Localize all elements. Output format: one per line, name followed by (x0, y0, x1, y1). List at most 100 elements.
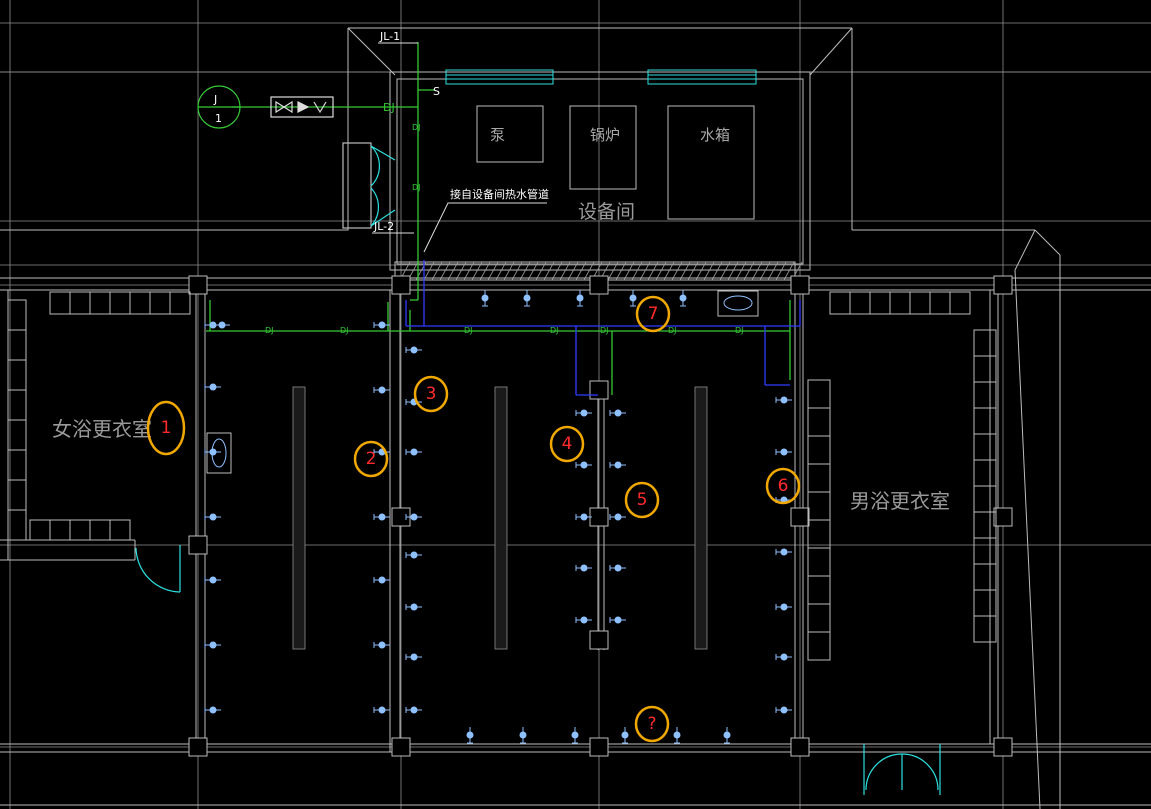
equipment-room-label: 设备间 (578, 201, 635, 223)
marker-4: 4 (549, 425, 585, 463)
svg-text:6: 6 (778, 476, 789, 496)
shower-head (723, 727, 731, 744)
boiler-box (569, 105, 637, 190)
shower-head (373, 513, 390, 521)
pipe-code-label: DJ (265, 326, 274, 335)
marker-3: 3 (413, 375, 449, 413)
locker (973, 459, 997, 487)
locker (7, 389, 27, 421)
locker (807, 407, 831, 437)
locker (929, 291, 951, 315)
locker (807, 575, 831, 605)
column (391, 737, 411, 757)
locker (973, 537, 997, 565)
pump-box (476, 105, 544, 163)
shower-head (775, 448, 792, 456)
shower-head (213, 321, 230, 329)
shower-head (405, 603, 422, 611)
column (391, 275, 411, 295)
hot-water-note: 接自设备间热水管道 (450, 187, 549, 201)
marker-1: 1 (146, 400, 186, 456)
partition (694, 386, 708, 650)
shower-head (405, 706, 422, 714)
locker (169, 291, 191, 315)
column (589, 630, 609, 650)
shower-head (575, 564, 592, 572)
pipe-code-label: DJ (412, 123, 421, 132)
column (993, 275, 1013, 295)
locker (149, 291, 171, 315)
marker-2: 2 (353, 440, 389, 478)
shower-head (609, 409, 626, 417)
shower-head (204, 706, 221, 714)
shower-head (405, 551, 422, 559)
shower-head (575, 616, 592, 624)
locker (869, 291, 891, 315)
riser-2-label: JL-2 (373, 220, 394, 233)
locker (973, 563, 997, 591)
svg-text:3: 3 (426, 384, 437, 404)
locker (7, 509, 27, 541)
locker (7, 359, 27, 391)
column (993, 507, 1013, 527)
pipe-code-label: DJ (412, 183, 421, 192)
women-room-door (135, 545, 181, 593)
column (589, 737, 609, 757)
shower-head (373, 706, 390, 714)
shower-head (405, 653, 422, 661)
locker (807, 547, 831, 577)
pipe-code-dj-main: DJ (383, 101, 395, 114)
shower-head (373, 386, 390, 394)
shower-head (575, 409, 592, 417)
women-changing-room-label: 女浴更衣室 (52, 417, 152, 441)
riser-letter-s: S (433, 85, 440, 98)
column (790, 275, 810, 295)
shower-head (405, 346, 422, 354)
column (589, 507, 609, 527)
column (790, 507, 810, 527)
plumbing-floor-plan: 泵 锅炉 水箱 设备间 J 1 JL-1 JL-2 接自设备间热水管道 S DJ… (0, 0, 1151, 809)
shower-head (609, 564, 626, 572)
shower-head (673, 727, 681, 744)
shower-head (575, 461, 592, 469)
meter-number-label: 1 (215, 112, 222, 125)
locker (973, 615, 997, 643)
locker (49, 519, 71, 541)
locker (973, 355, 997, 383)
locker (129, 291, 151, 315)
water-tank-box (667, 105, 755, 220)
shower-head (523, 290, 531, 307)
locker (69, 519, 91, 541)
marker-5: 5 (624, 481, 660, 519)
locker (807, 379, 831, 409)
column (993, 737, 1013, 757)
note-leader (423, 202, 547, 253)
locker (29, 519, 51, 541)
marker-question: ? (634, 705, 670, 743)
pipe-code-label: DJ (668, 326, 677, 335)
shower-head (373, 641, 390, 649)
locker (109, 291, 131, 315)
locker (7, 419, 27, 451)
locker (49, 291, 71, 315)
locker (109, 519, 131, 541)
svg-text:5: 5 (637, 490, 648, 510)
sinks (206, 290, 759, 474)
locker (909, 291, 931, 315)
pipe-code-label: DJ (464, 326, 473, 335)
locker (89, 291, 111, 315)
svg-text:7: 7 (648, 304, 659, 324)
locker (69, 291, 91, 315)
shower-head (204, 641, 221, 649)
shower-head (609, 461, 626, 469)
locker (949, 291, 971, 315)
column (589, 275, 609, 295)
men-changing-room-label: 男浴更衣室 (850, 489, 950, 513)
shower-head (609, 616, 626, 624)
locker (973, 485, 997, 513)
locker (807, 463, 831, 493)
shower-head (775, 603, 792, 611)
column (188, 737, 208, 757)
pipe-code-label: DJ (550, 326, 559, 335)
equipment-room-roof-outline (0, 27, 1061, 809)
